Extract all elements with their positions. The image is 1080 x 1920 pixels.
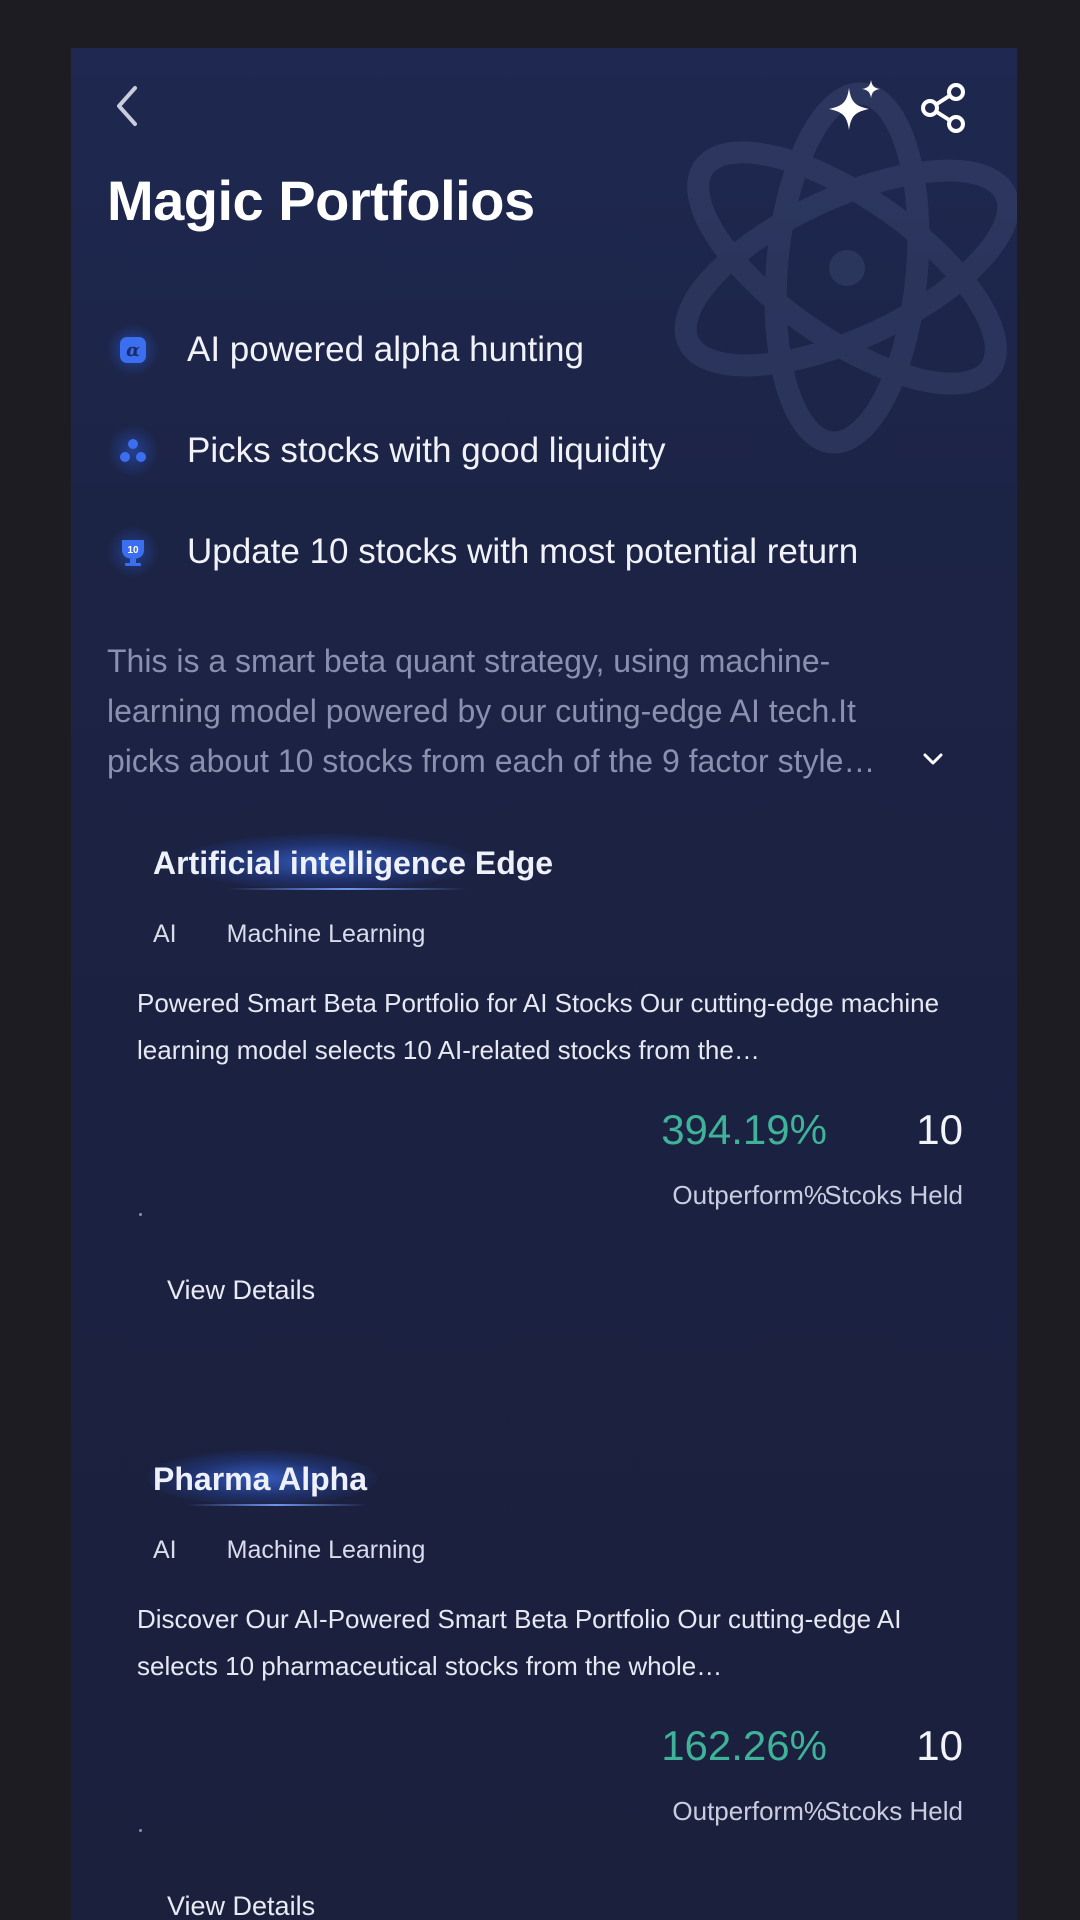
stocks-held-label: Stcoks Held (824, 1180, 963, 1210)
feature-item-alpha: α AI powered alpha hunting (107, 324, 967, 431)
liquidity-icon (107, 425, 159, 477)
tag-ai[interactable]: AI (153, 1536, 177, 1565)
feature-label: Picks stocks with good liquidity (187, 431, 666, 470)
chevron-down-icon[interactable] (919, 745, 947, 773)
tag-machine-learning[interactable]: Machine Learning (227, 920, 426, 949)
card-title-wrap: Pharma Alpha (153, 1444, 367, 1514)
view-details-button[interactable]: View Details (167, 1270, 315, 1310)
portfolio-card[interactable]: Pharma Alpha AI Machine Learning Discove… (107, 1444, 977, 1920)
app-screen: Magic Portfolios α AI powered alpha hunt… (71, 48, 1017, 1920)
tag-ai[interactable]: AI (153, 920, 177, 949)
tag-machine-learning[interactable]: Machine Learning (227, 1536, 426, 1565)
card-title-wrap: Artificial intelligence Edge (153, 828, 553, 898)
feature-label: Update 10 stocks with most potential ret… (187, 532, 859, 571)
view-details-button[interactable]: View Details (167, 1886, 315, 1920)
mini-chart (139, 1213, 142, 1216)
chevron-left-icon[interactable] (101, 78, 157, 134)
feature-list: α AI powered alpha hunting Picks stocks … (107, 324, 967, 633)
portfolio-description: Discover Our AI-Powered Smart Beta Portf… (137, 1604, 902, 1681)
tag-list: AI Machine Learning (153, 920, 475, 949)
stocks-held-value: 10 (916, 1722, 963, 1769)
outperform-value: 162.26% (661, 1722, 827, 1769)
feature-item-liquidity: Picks stocks with good liquidity (107, 425, 967, 532)
portfolio-title: Pharma Alpha (153, 1461, 367, 1497)
trophy-badge-text: 10 (127, 545, 139, 556)
outperform-value: 394.19% (661, 1106, 827, 1153)
trophy-10-icon: 10 (107, 526, 159, 578)
svg-text:α: α (126, 340, 140, 361)
strategy-description: This is a smart beta quant strategy, usi… (107, 643, 876, 779)
portfolio-description: Powered Smart Beta Portfolio for AI Stoc… (137, 988, 940, 1065)
page-title: Magic Portfolios (107, 169, 535, 232)
outperform-label: Outperform% (672, 1796, 827, 1826)
stocks-held-label: Stcoks Held (824, 1796, 963, 1826)
top-bar (71, 48, 1017, 168)
stocks-held-value: 10 (916, 1106, 963, 1153)
feature-item-update: 10 Update 10 stocks with most potential … (107, 526, 967, 633)
portfolio-title: Artificial intelligence Edge (153, 845, 554, 881)
portfolio-card[interactable]: Artificial intelligence Edge AI Machine … (107, 828, 977, 1328)
outperform-label: Outperform% (672, 1180, 827, 1210)
share-icon[interactable] (916, 80, 972, 136)
mini-chart (139, 1829, 142, 1832)
alpha-icon: α (107, 324, 159, 376)
feature-label: AI powered alpha hunting (187, 330, 584, 369)
sparkle-icon[interactable] (823, 76, 887, 140)
tag-list: AI Machine Learning (153, 1536, 475, 1565)
